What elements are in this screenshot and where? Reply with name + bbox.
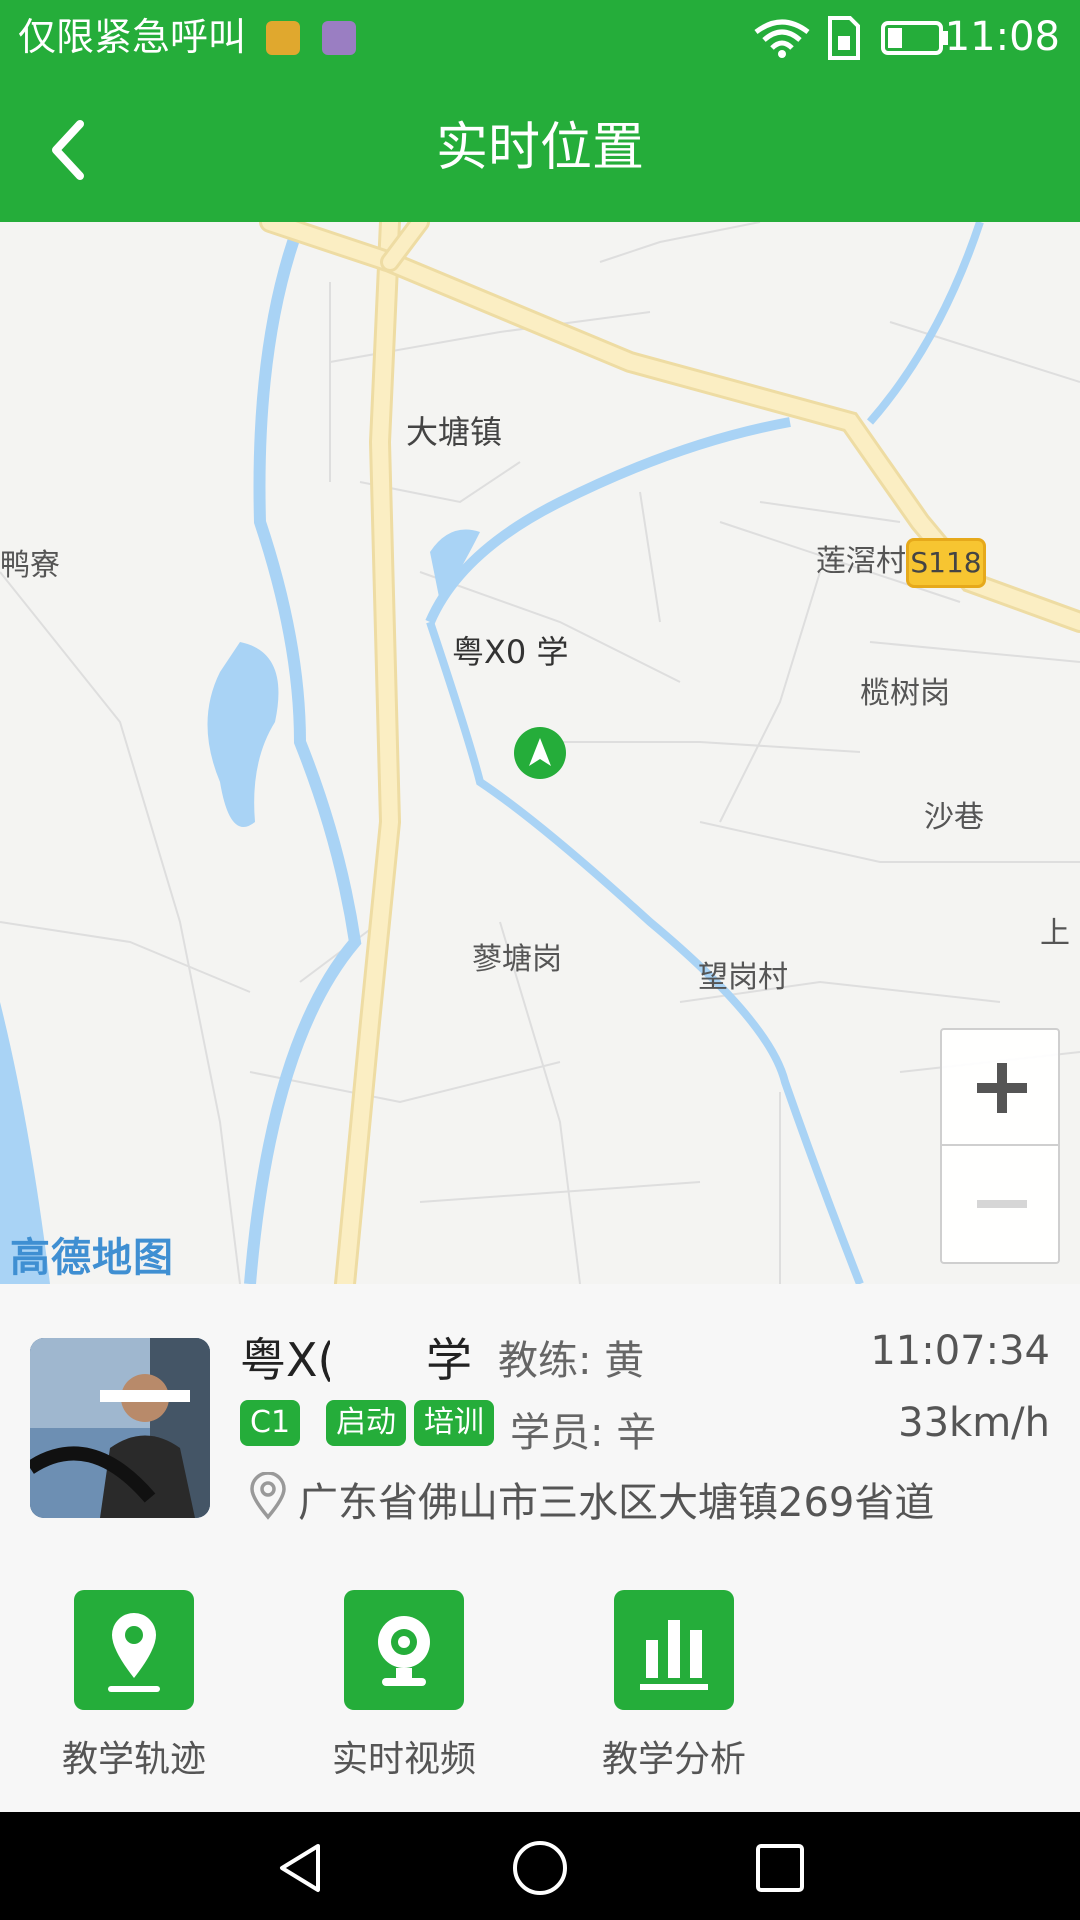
engine-status-badge: 启动 <box>326 1400 406 1446</box>
action-teaching-analysis[interactable]: 教学分析 <box>572 1590 772 1790</box>
coach-name: 教练: 黄 <box>498 1338 645 1384</box>
vehicle-address: 广东省佛山市三水区大塘镇269省道 <box>298 1480 935 1526</box>
recents-square-icon[interactable] <box>752 1840 808 1896</box>
navigation-arrow-icon[interactable] <box>514 727 566 779</box>
map-view[interactable]: 大塘镇 鸭寮 莲滘村 榄树岗 沙巷 蓼塘岗 望岗村 上 S118 粤X0 学 高… <box>0 222 1080 1284</box>
clock: 11:08 <box>944 14 1060 60</box>
map-place-label: 上 <box>1040 916 1070 951</box>
battery-icon <box>881 21 948 55</box>
privacy-mask <box>330 1324 420 1386</box>
map-place-label: 榄树岗 <box>860 676 950 711</box>
teaching-track-label: 教学轨迹 <box>61 1739 206 1780</box>
teaching-track-button[interactable] <box>74 1590 194 1710</box>
training-status-badge: 培训 <box>414 1400 494 1446</box>
map-place-label: 莲滘村 <box>816 544 906 579</box>
vehicle-speed: 33km/h <box>898 1400 1050 1446</box>
map-place-label: 大塘镇 <box>406 413 503 451</box>
notification-gallery-icon <box>322 21 356 55</box>
title-bar: 实时位置 <box>0 74 1080 222</box>
live-video-label: 实时视频 <box>331 1739 476 1780</box>
back-triangle-icon[interactable] <box>272 1840 328 1896</box>
wifi-icon <box>754 19 810 58</box>
sim-icon <box>828 16 860 60</box>
zoom-in-button[interactable] <box>940 1028 1060 1146</box>
map-place-label: 沙巷 <box>924 800 984 835</box>
student-name: 学员: 辛 <box>510 1410 657 1456</box>
license-class-badge: C1 <box>240 1400 301 1446</box>
location-pin-icon <box>250 1472 286 1520</box>
vehicle-map-label: 粤X0 学 <box>452 633 569 671</box>
webcam-icon <box>378 1616 430 1686</box>
status-bar: 仅限紧急呼叫 11:08 <box>0 0 1080 74</box>
system-nav-bar <box>0 1812 1080 1920</box>
map-place-label: 望岗村 <box>698 960 788 995</box>
teaching-analysis-label: 教学分析 <box>601 1739 746 1780</box>
zoom-controls <box>940 1028 1060 1264</box>
vehicle-info-panel: 粤X( 学 教练: 黄 11:07:34 C1 启动 培训 学员: 辛 33km… <box>0 1284 1080 1812</box>
driver-photo[interactable] <box>30 1338 210 1518</box>
plus-icon <box>977 1063 1027 1113</box>
action-live-video[interactable]: 实时视频 <box>302 1590 502 1790</box>
map-place-label: 蓼塘岗 <box>472 942 562 977</box>
bar-chart-icon <box>640 1620 708 1690</box>
back-arrow-icon[interactable] <box>40 114 100 186</box>
page-title: 实时位置 <box>435 118 644 178</box>
map-provider-logo: 高德地图 <box>10 1235 174 1281</box>
plate-number: 粤X( <box>240 1333 336 1387</box>
road-number-badge: S118 <box>906 538 986 588</box>
home-circle-icon[interactable] <box>510 1838 570 1898</box>
map-place-label: 鸭寮 <box>0 548 60 583</box>
action-teaching-track[interactable]: 教学轨迹 <box>32 1590 232 1790</box>
plate-suffix: 学 <box>426 1333 472 1387</box>
notification-app-icon <box>266 21 300 55</box>
teaching-analysis-button[interactable] <box>614 1590 734 1710</box>
update-time: 11:07:34 <box>870 1328 1050 1374</box>
carrier-text: 仅限紧急呼叫 <box>18 15 247 59</box>
location-pin-icon <box>108 1613 160 1692</box>
live-video-button[interactable] <box>344 1590 464 1710</box>
zoom-out-button[interactable] <box>940 1146 1060 1264</box>
minus-icon <box>977 1200 1027 1208</box>
